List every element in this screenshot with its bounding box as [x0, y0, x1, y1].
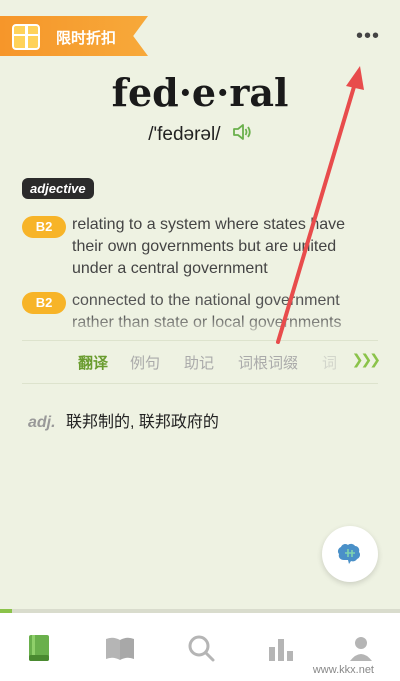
level-badge: B2 — [22, 216, 66, 238]
tab-translation[interactable]: 翻译 — [78, 352, 108, 373]
tab-examples[interactable]: 例句 — [130, 352, 160, 373]
brain-icon — [337, 543, 361, 564]
translation-abbr: adj. — [28, 414, 56, 431]
tab-more-partial[interactable]: 词 — [322, 352, 337, 373]
search-icon[interactable] — [186, 633, 216, 663]
definition-item: B2 relating to a system where states hav… — [22, 214, 378, 280]
headword: fed·e·ral — [111, 70, 289, 115]
translation-row: adj. 联邦制的, 联邦政府的 — [28, 408, 219, 432]
detail-tabs: 翻译 例句 助记 词根词缀 词 ❯❯❯ — [22, 340, 381, 384]
tab-roots-affixes[interactable]: 词根词缀 — [238, 352, 298, 373]
open-book-icon[interactable] — [104, 633, 134, 663]
book-icon[interactable] — [26, 633, 56, 663]
double-chevron-right-icon[interactable]: ❯❯❯ — [352, 351, 381, 368]
profile-icon[interactable] — [346, 633, 376, 663]
pronunciation-row: /'fedərəl/ — [0, 124, 400, 146]
content-fade — [0, 316, 400, 338]
gift-icon — [12, 24, 40, 50]
promo-label: 限时折扣 — [56, 30, 117, 47]
definition-text: relating to a system where states have t… — [72, 216, 346, 277]
level-badge: B2 — [22, 292, 66, 314]
part-of-speech-tag: adjective — [22, 178, 94, 199]
chart-icon[interactable] — [266, 633, 296, 663]
more-menu-button[interactable]: ••• — [356, 26, 380, 46]
tab-mnemonic[interactable]: 助记 — [184, 352, 214, 373]
watermark-url: www.kkx.net — [312, 664, 374, 676]
translation-text: 联邦制的, 联邦政府的 — [66, 414, 219, 431]
speaker-icon[interactable] — [232, 124, 252, 144]
brain-fab-button[interactable] — [322, 526, 378, 582]
pronunciation-text: /'fedərəl/ — [148, 124, 221, 145]
